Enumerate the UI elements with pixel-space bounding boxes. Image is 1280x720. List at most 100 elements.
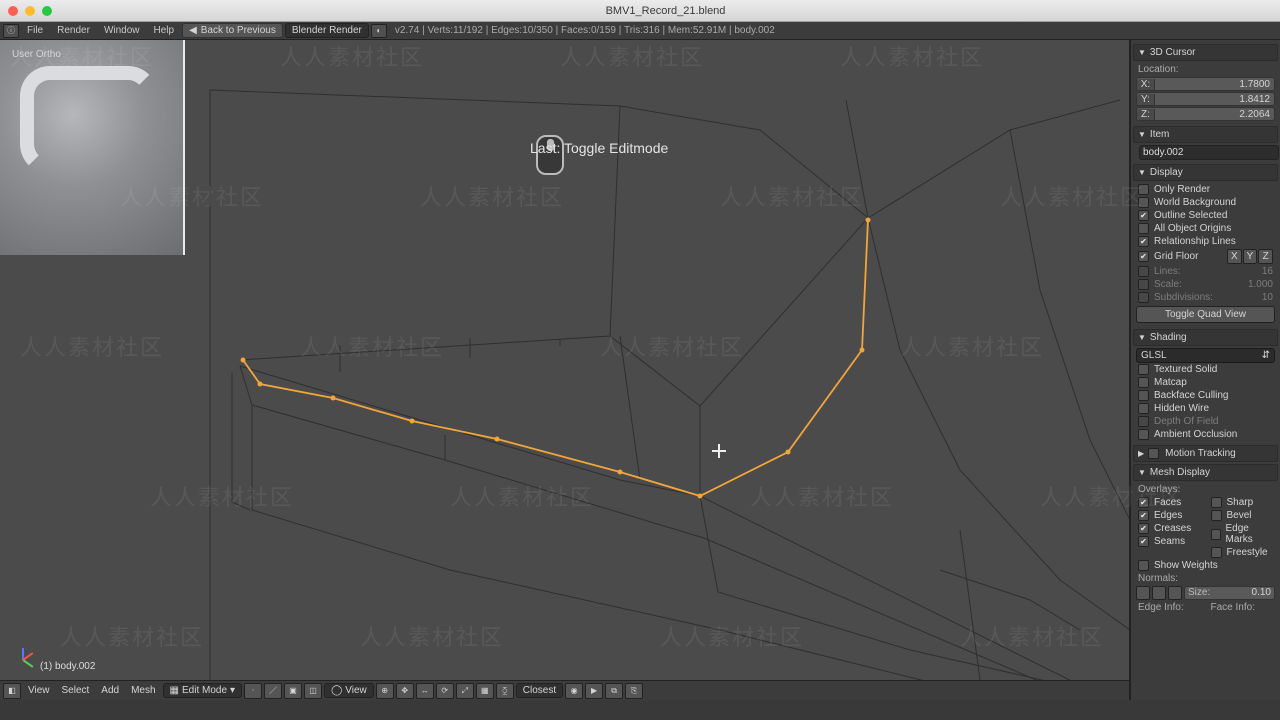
menu-window[interactable]: Window [98,25,146,36]
section-title: 3D Cursor [1150,47,1196,58]
mesh-wireframe [0,40,1129,700]
menu-render[interactable]: Render [51,25,96,36]
editor-type-icon[interactable]: ⓘ [3,24,19,38]
check-label: Only Render [1154,184,1210,195]
normal-size-field[interactable]: Size:0.10 [1184,586,1275,600]
shading-mode-select[interactable]: GLSL⇵ [1136,348,1275,363]
manipulator-icon[interactable]: ✥ [396,683,414,699]
cursor-z-field[interactable]: Z:2.2064 [1136,107,1275,121]
ao-check[interactable]: Ambient Occlusion [1136,428,1275,441]
world-bg-check[interactable]: World Background [1136,196,1275,209]
render-preview-icon[interactable]: ▶ [585,683,603,699]
textured-solid-check[interactable]: Textured Solid [1136,363,1275,376]
limit-select-icon[interactable]: ◫ [304,683,322,699]
translate-icon[interactable]: ↔ [416,683,434,699]
snap-target-select[interactable]: Closest [516,683,563,698]
face-select-icon[interactable]: ▣ [284,683,302,699]
seams-check[interactable]: Seams [1136,535,1203,548]
pivot-icon[interactable]: ⊕ [376,683,394,699]
motion-enable-check[interactable] [1148,448,1159,459]
scene-icon[interactable]: ◐ [371,24,387,38]
section-display[interactable]: ▼Display [1133,164,1278,181]
scale-icon[interactable]: ⤢ [456,683,474,699]
toggle-quad-view-button[interactable]: Toggle Quad View [1136,306,1275,323]
shading-select[interactable]: ◯ View [324,683,374,698]
cursor-y-field[interactable]: Y:1.8412 [1136,92,1275,106]
section-motion-tracking[interactable]: ▶Motion Tracking [1133,445,1278,462]
check-label: Show Weights [1154,560,1218,571]
overlays-label: Overlays: [1136,483,1275,496]
cursor-x-field[interactable]: X:1.7800 [1136,77,1275,91]
chevron-updown-icon: ▾ [230,685,235,696]
section-shading[interactable]: ▼Shading [1133,329,1278,346]
layer-icon[interactable]: ▦ [476,683,494,699]
3dview-header: ◧ View Select Add Mesh ▦ Edit Mode ▾ ⋅ ／… [0,680,1129,700]
zoom-window-icon[interactable] [42,6,52,16]
menu-view[interactable]: View [23,685,55,696]
relationship-lines-check[interactable]: Relationship Lines [1136,235,1275,248]
back-to-previous-button[interactable]: ◀ Back to Previous [182,23,283,38]
field-label: Lines: [1154,266,1181,277]
menu-file[interactable]: File [21,25,49,36]
section-3d-cursor[interactable]: ▼ 3D Cursor [1133,44,1278,61]
copy-icon[interactable]: ⧉ [605,683,623,699]
face-normal-icon[interactable] [1168,586,1182,600]
bevel-check[interactable]: Bevel [1209,509,1276,522]
check-label: Faces [1154,497,1181,508]
edge-info-label: Edge Info: [1136,601,1203,614]
all-origins-check[interactable]: All Object Origins [1136,222,1275,235]
close-window-icon[interactable] [8,6,18,16]
menu-help[interactable]: Help [148,25,181,36]
subdiv-field: Subdivisions:10 [1136,291,1275,304]
grid-floor-check[interactable]: Grid Floor X Y Z [1136,248,1275,265]
snap-toggle-icon[interactable]: ⧲ [496,683,514,699]
chevron-down-icon: ▼ [1138,48,1146,57]
only-render-check[interactable]: Only Render [1136,183,1275,196]
edges-check[interactable]: Edges [1136,509,1203,522]
faces-check[interactable]: Faces [1136,496,1203,509]
menu-select[interactable]: Select [57,685,95,696]
section-item[interactable]: ▼Item [1133,126,1278,143]
creases-check[interactable]: Creases [1136,522,1203,535]
render-engine-select[interactable]: Blender Render [285,23,369,38]
edge-select-icon[interactable]: ／ [264,683,282,699]
backface-culling-check[interactable]: Backface Culling [1136,389,1275,402]
check-label: Ambient Occlusion [1154,429,1237,440]
matcap-check[interactable]: Matcap [1136,376,1275,389]
loop-normal-icon[interactable] [1152,586,1166,600]
mode-select[interactable]: ▦ Edit Mode ▾ [163,683,243,698]
check-label: Freestyle [1227,547,1268,558]
editmode-icon: ▦ [170,685,179,696]
active-object-label: (1) body.002 [40,661,95,672]
section-mesh-display[interactable]: ▼Mesh Display [1133,464,1278,481]
object-name-input[interactable] [1139,145,1279,160]
freestyle-check[interactable]: Freestyle [1209,546,1276,559]
n-panel[interactable]: ▼3D Cursor Location: X:1.7800 Y:1.8412 Z… [1130,40,1280,700]
vert-normal-icon[interactable] [1136,586,1150,600]
sharp-check[interactable]: Sharp [1209,496,1276,509]
field-value: 0.10 [1213,587,1274,599]
editor-type-3dview-icon[interactable]: ◧ [3,683,21,699]
axis-y-button[interactable]: Y [1243,249,1258,264]
menu-add[interactable]: Add [96,685,124,696]
axis-x-button[interactable]: X [1227,249,1242,264]
vertex-select-icon[interactable]: ⋅ [244,683,262,699]
snap-label: Closest [523,685,556,696]
info-header: ⓘ File Render Window Help ◀ Back to Prev… [0,22,1280,40]
edge-marks-check[interactable]: Edge Marks [1209,522,1276,546]
paste-icon[interactable]: ⎘ [625,683,643,699]
field-label: Subdivisions: [1154,292,1213,303]
field-label: Size: [1185,587,1213,599]
3d-viewport[interactable]: User Ortho Last: Toggle Editmode (1) bod… [0,40,1130,700]
axis-z-button[interactable]: Z [1258,249,1273,264]
sphere-icon: ◯ [331,685,342,696]
outline-selected-check[interactable]: Outline Selected [1136,209,1275,222]
prop-edit-icon[interactable]: ◉ [565,683,583,699]
hidden-wire-check[interactable]: Hidden Wire [1136,402,1275,415]
check-label: Edges [1154,510,1182,521]
minimize-window-icon[interactable] [25,6,35,16]
menu-mesh[interactable]: Mesh [126,685,160,696]
rotate-icon[interactable]: ⟳ [436,683,454,699]
show-weights-check[interactable]: Show Weights [1136,559,1275,572]
check-label: Edge Marks [1226,523,1273,545]
